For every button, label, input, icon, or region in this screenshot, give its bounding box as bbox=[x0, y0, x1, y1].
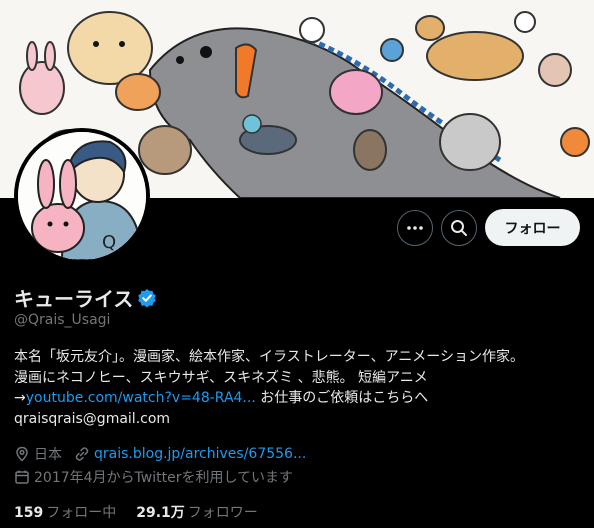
follow-stats: 159 フォロー中 29.1万 フォロワー bbox=[14, 502, 258, 522]
bio-line-3: →youtube.com/watch?v=48-RA4... お仕事のご依頼はこ… bbox=[14, 388, 584, 409]
more-options-button[interactable] bbox=[397, 210, 433, 246]
joined-text: 2017年4月からTwitterを利用しています bbox=[34, 470, 294, 486]
avatar-image: Q bbox=[18, 132, 146, 260]
svg-text:Q: Q bbox=[102, 232, 116, 253]
calendar-icon bbox=[15, 470, 29, 484]
following-count: 159 bbox=[14, 505, 44, 521]
following-label: フォロー中 bbox=[46, 505, 117, 521]
bio-arrow: → bbox=[14, 390, 26, 406]
display-name: キューライス bbox=[14, 287, 134, 311]
location-item: 日本 bbox=[14, 444, 62, 464]
website-link[interactable]: qrais.blog.jp/archives/67556... bbox=[94, 446, 306, 462]
profile-bio: 本名「坂元友介」。漫画家、絵本作家、イラストレーター、アニメーション作家。 漫画… bbox=[14, 347, 584, 429]
profile-name-row: キューライス bbox=[14, 283, 157, 312]
bio-line-2: 漫画にネコノヒー、スキウサギ、スキネズミ 、悲熊。 短編アニメ bbox=[14, 369, 428, 386]
joined-row: 2017年4月からTwitterを利用しています bbox=[14, 467, 305, 487]
profile-handle: @Qrais_Usagi bbox=[14, 312, 111, 328]
joined-item: 2017年4月からTwitterを利用しています bbox=[14, 467, 293, 487]
more-dots-icon bbox=[407, 226, 423, 230]
followers-count: 29.1万 bbox=[136, 505, 185, 521]
search-icon bbox=[451, 220, 467, 236]
profile-avatar[interactable]: Q bbox=[14, 128, 150, 264]
location-text: 日本 bbox=[34, 447, 62, 463]
website-item[interactable]: qrais.blog.jp/archives/67556... bbox=[74, 446, 306, 462]
following-stat[interactable]: 159 フォロー中 bbox=[14, 502, 116, 522]
profile-meta-row: 日本 qrais.blog.jp/archives/67556... bbox=[14, 444, 318, 464]
location-pin-icon bbox=[16, 446, 28, 462]
link-icon bbox=[75, 447, 89, 461]
followers-label: フォロワー bbox=[187, 505, 258, 521]
followers-stat[interactable]: 29.1万 フォロワー bbox=[136, 502, 258, 522]
bio-work-request: お仕事のご依頼はこちらへ bbox=[255, 390, 429, 406]
search-profile-button[interactable] bbox=[441, 210, 477, 246]
verified-badge-icon[interactable] bbox=[137, 288, 157, 308]
bio-line-1: 本名「坂元友介」。漫画家、絵本作家、イラストレーター、アニメーション作家。 bbox=[14, 349, 525, 365]
bio-youtube-link[interactable]: youtube.com/watch?v=48-RA4... bbox=[26, 390, 256, 406]
follow-button[interactable]: フォロー bbox=[485, 209, 580, 246]
bio-email: qraisqrais@gmail.com bbox=[14, 410, 171, 427]
